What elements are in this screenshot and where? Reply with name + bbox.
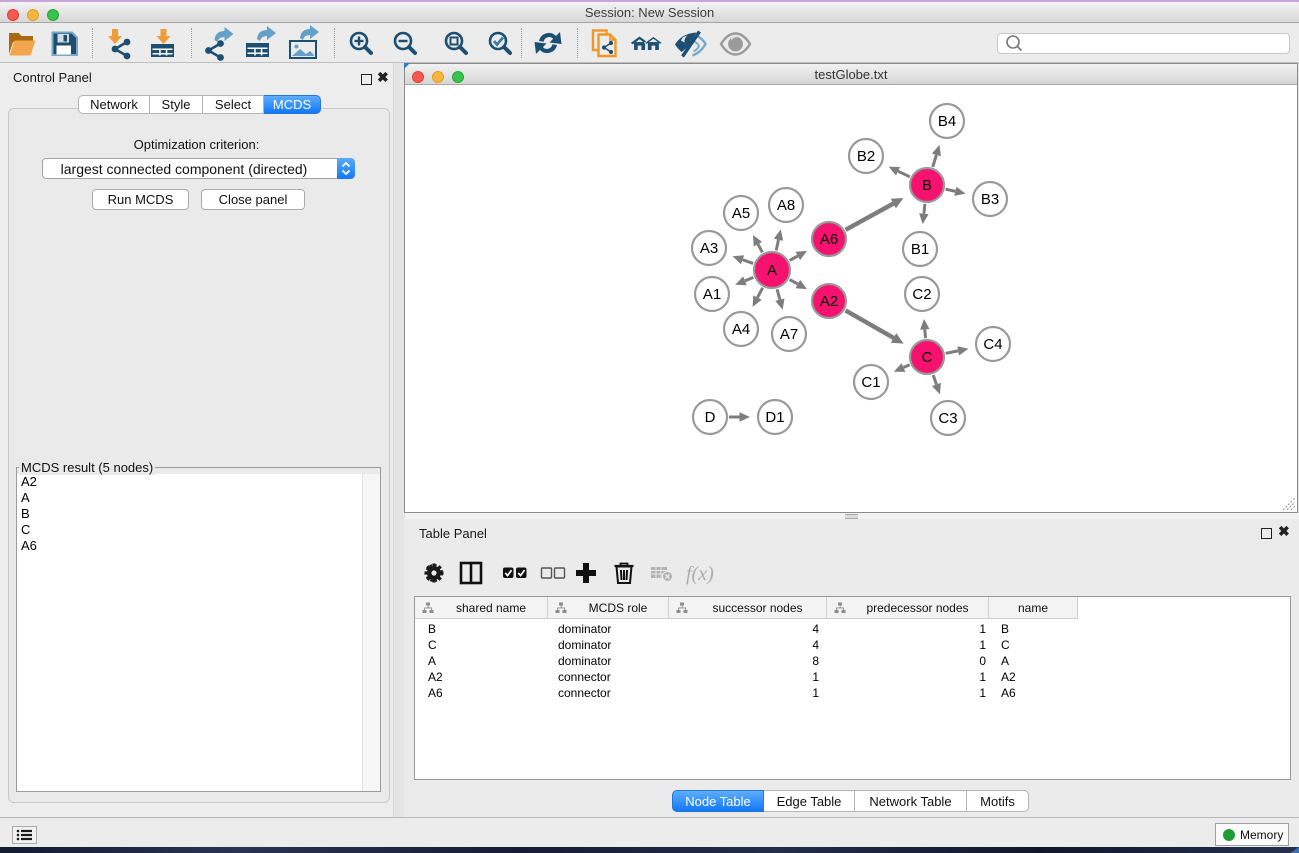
svg-text:A8: A8 — [777, 197, 795, 214]
svg-text:B3: B3 — [981, 191, 999, 208]
svg-text:A: A — [767, 262, 777, 279]
svg-text:A3: A3 — [700, 240, 718, 257]
svg-text:A1: A1 — [703, 286, 721, 303]
svg-text:A4: A4 — [732, 321, 750, 338]
svg-text:C2: C2 — [912, 286, 931, 303]
svg-text:C3: C3 — [938, 410, 957, 427]
svg-text:A6: A6 — [820, 231, 838, 248]
svg-text:B2: B2 — [857, 148, 875, 165]
svg-text:C: C — [922, 349, 933, 366]
svg-text:D1: D1 — [765, 409, 784, 426]
svg-text:B1: B1 — [911, 241, 929, 258]
svg-text:C1: C1 — [861, 374, 880, 391]
svg-text:A7: A7 — [780, 326, 798, 343]
svg-text:C4: C4 — [983, 336, 1002, 353]
svg-text:f(x): f(x) — [686, 563, 714, 585]
svg-text:A5: A5 — [732, 205, 750, 222]
svg-text:A2: A2 — [820, 293, 838, 310]
svg-text:D: D — [705, 409, 716, 426]
svg-text:B: B — [922, 177, 932, 194]
svg-text:B4: B4 — [938, 113, 956, 130]
